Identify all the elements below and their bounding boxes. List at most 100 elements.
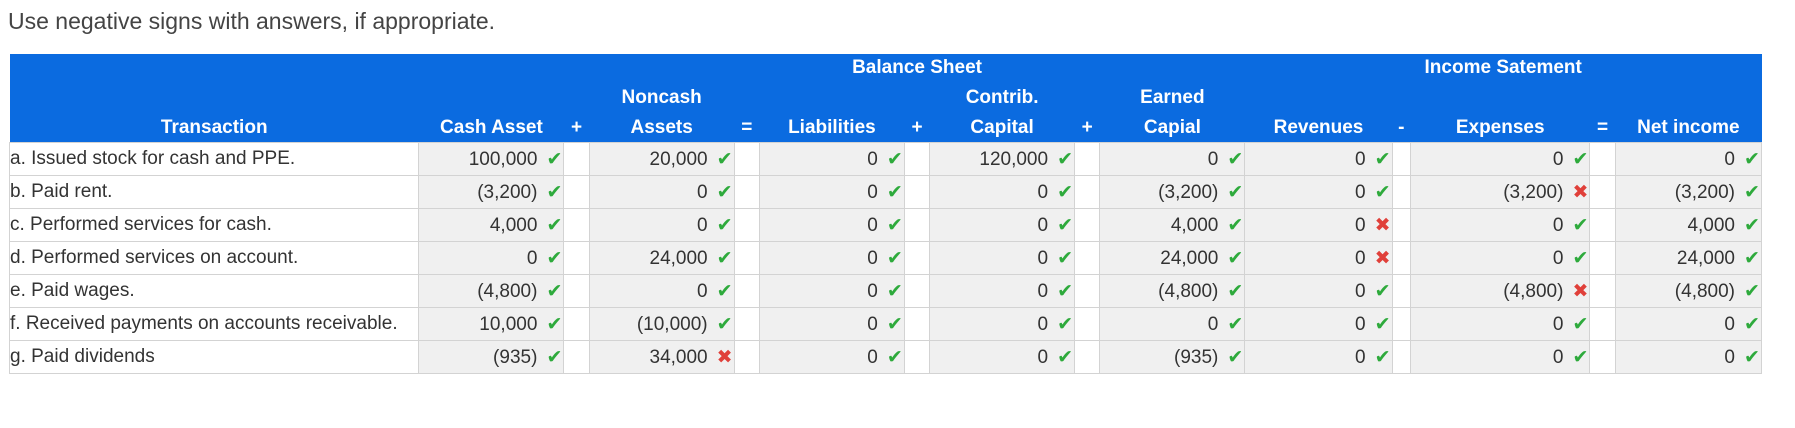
cash-asset-cell[interactable]: 10,000 ✔ [418, 307, 565, 341]
expenses-cell[interactable]: (3,200) ✖ [1409, 175, 1591, 209]
transaction-label: c. Performed services for cash. [8, 208, 420, 242]
liabilities-cell[interactable]: 0 ✔ [758, 241, 905, 275]
cash-asset-cell[interactable]: (4,800) ✔ [418, 274, 565, 308]
check-icon: ✔ [1227, 247, 1244, 269]
earned-capital-cell[interactable]: (4,800) ✔ [1099, 274, 1246, 308]
table-row: g. Paid dividends (935) ✔ 34,000 ✖ 0 ✔ 0 ✔ (935) ✔… [8, 340, 1763, 374]
check-icon: ✔ [716, 247, 733, 269]
liabilities-cell[interactable]: 0 ✔ [758, 175, 905, 209]
expenses-cell[interactable]: 0 ✔ [1409, 340, 1591, 374]
operator-spacer [1391, 274, 1411, 308]
noncash-assets-cell[interactable]: 0 ✔ [588, 208, 735, 242]
contrib-capital-cell[interactable]: 0 ✔ [929, 307, 1076, 341]
check-icon: ✔ [716, 148, 733, 170]
cash-asset-cell[interactable]: 4,000 ✔ [418, 208, 565, 242]
operator-spacer [1074, 142, 1101, 176]
earned-capital-cell[interactable]: 4,000 ✔ [1099, 208, 1246, 242]
answer-value: (10,000) [636, 313, 708, 335]
expenses-cell[interactable]: 0 ✔ [1409, 142, 1591, 176]
liabilities-cell[interactable]: 0 ✔ [758, 142, 905, 176]
operator-spacer [733, 274, 760, 308]
net-income-cell[interactable]: 0 ✔ [1614, 142, 1763, 176]
check-icon: ✔ [1374, 181, 1391, 203]
liabilities-cell[interactable]: 0 ✔ [758, 274, 905, 308]
operator-spacer [563, 340, 590, 374]
revenues-cell[interactable]: 0 ✖ [1244, 208, 1393, 242]
answer-value: 100,000 [468, 148, 538, 170]
operator-spacer [903, 307, 931, 341]
check-icon: ✔ [886, 148, 903, 170]
liabilities-cell[interactable]: 0 ✔ [758, 307, 905, 341]
noncash-assets-cell[interactable]: 20,000 ✔ [588, 142, 735, 176]
expenses-cell[interactable]: 0 ✔ [1409, 208, 1591, 242]
net-income-cell[interactable]: 0 ✔ [1614, 307, 1763, 341]
operator-spacer [733, 175, 760, 209]
check-icon: ✔ [1227, 214, 1244, 236]
noncash-assets-cell[interactable]: (10,000) ✔ [588, 307, 735, 341]
answer-value: 0 [1724, 313, 1735, 335]
answer-value: 0 [867, 214, 878, 236]
contrib-capital-cell[interactable]: 0 ✔ [929, 241, 1076, 275]
contrib-capital-cell[interactable]: 0 ✔ [929, 274, 1076, 308]
check-icon: ✔ [716, 313, 733, 335]
check-icon: ✔ [1572, 214, 1589, 236]
operator-spacer [733, 241, 760, 275]
revenues-cell[interactable]: 0 ✔ [1244, 307, 1393, 341]
net-income-cell[interactable]: (3,200) ✔ [1614, 175, 1763, 209]
earned-capital-cell[interactable]: (3,200) ✔ [1099, 175, 1246, 209]
net-income-cell[interactable]: 0 ✔ [1614, 340, 1763, 374]
table-row: d. Performed services on account. 0 ✔ 24,00… [8, 241, 1763, 275]
net-income-cell[interactable]: (4,800) ✔ [1614, 274, 1763, 308]
answer-value: 0 [1037, 181, 1049, 203]
noncash-assets-cell[interactable]: 34,000 ✖ [588, 340, 735, 374]
check-icon: ✔ [716, 214, 733, 236]
revenues-cell[interactable]: 0 ✔ [1244, 274, 1393, 308]
earned-capital-cell[interactable]: 0 ✔ [1099, 142, 1246, 176]
check-icon: ✔ [1572, 313, 1589, 335]
earned-capital-cell[interactable]: (935) ✔ [1099, 340, 1246, 374]
operator-spacer [563, 208, 590, 242]
liabilities-cell[interactable]: 0 ✔ [758, 208, 905, 242]
answer-value: 0 [1552, 148, 1564, 170]
check-icon: ✔ [886, 247, 903, 269]
earned-capital-cell[interactable]: 0 ✔ [1099, 307, 1246, 341]
net-income-cell[interactable]: 24,000 ✔ [1614, 241, 1763, 275]
expenses-cell[interactable]: 0 ✔ [1409, 307, 1591, 341]
contrib-capital-cell[interactable]: 0 ✔ [929, 340, 1076, 374]
expenses-cell[interactable]: (4,800) ✖ [1409, 274, 1591, 308]
equals-operator: = [1589, 112, 1616, 143]
cash-asset-cell[interactable]: 0 ✔ [418, 241, 565, 275]
net-income-header: Net income [1615, 112, 1762, 143]
check-icon: ✔ [1572, 148, 1589, 170]
check-icon: ✔ [1744, 346, 1760, 368]
noncash-assets-cell[interactable]: 0 ✔ [588, 274, 735, 308]
cross-icon: ✖ [716, 346, 733, 368]
answer-value: 0 [867, 280, 878, 302]
check-icon: ✔ [1227, 181, 1244, 203]
transaction-label: d. Performed services on account. [8, 241, 420, 275]
answer-value: 0 [1724, 148, 1735, 170]
liabilities-cell[interactable]: 0 ✔ [758, 340, 905, 374]
expenses-cell[interactable]: 0 ✔ [1409, 241, 1591, 275]
check-icon: ✔ [546, 148, 563, 170]
answer-value: (3,200) [1674, 181, 1735, 203]
revenues-cell[interactable]: 0 ✔ [1244, 175, 1393, 209]
noncash-assets-cell[interactable]: 24,000 ✔ [588, 241, 735, 275]
earned-capital-cell[interactable]: 24,000 ✔ [1099, 241, 1246, 275]
net-income-cell[interactable]: 4,000 ✔ [1614, 208, 1763, 242]
check-icon: ✔ [1572, 247, 1589, 269]
revenues-cell[interactable]: 0 ✔ [1244, 142, 1393, 176]
contrib-capital-cell[interactable]: 120,000 ✔ [929, 142, 1076, 176]
revenues-cell[interactable]: 0 ✖ [1244, 241, 1393, 275]
revenues-cell[interactable]: 0 ✔ [1244, 340, 1393, 374]
cash-asset-cell[interactable]: 100,000 ✔ [418, 142, 565, 176]
contrib-capital-cell[interactable]: 0 ✔ [929, 208, 1076, 242]
answer-value: 0 [867, 346, 878, 368]
transaction-label: g. Paid dividends [8, 340, 420, 374]
balance-sheet-heading: Balance Sheet [589, 54, 1245, 82]
contrib-capital-cell[interactable]: 0 ✔ [929, 175, 1076, 209]
noncash-assets-cell[interactable]: 0 ✔ [588, 175, 735, 209]
cash-asset-cell[interactable]: (935) ✔ [418, 340, 565, 374]
answer-value: (935) [493, 346, 538, 368]
cash-asset-cell[interactable]: (3,200) ✔ [418, 175, 565, 209]
